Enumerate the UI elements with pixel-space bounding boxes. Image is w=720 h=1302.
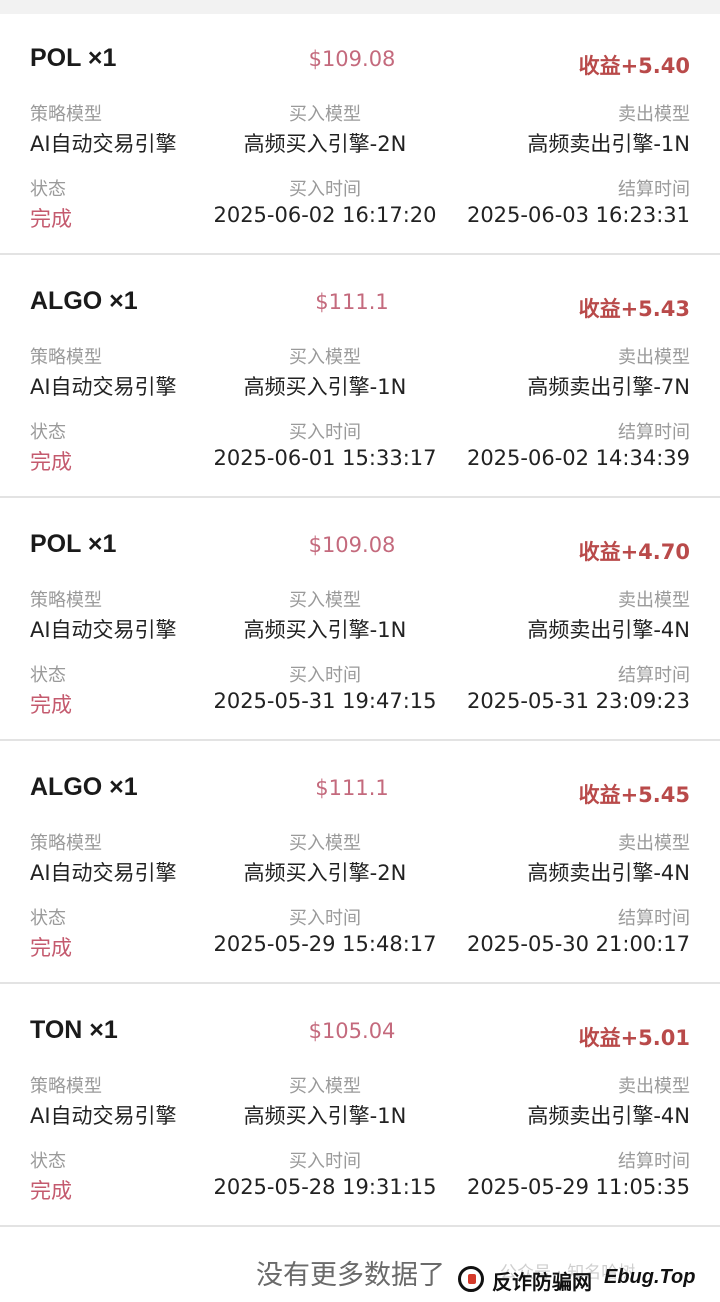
buy-model-value: 高频买入引擎-2N: [243, 132, 407, 156]
order-card[interactable]: ALGO ×1 $111.1 收益+5.45 策略模型 买入模型 卖出模型 AI自动交易引擎…: [0, 743, 720, 984]
order-price: $111.1: [315, 776, 389, 800]
order-profit: 收益+5.45: [578, 783, 690, 807]
status-value: 完成: [30, 1179, 72, 1203]
buy-model-label: 买入模型: [289, 590, 361, 611]
order-price: $109.08: [308, 47, 396, 71]
strategy-model-label: 策略模型: [30, 833, 102, 854]
watermark-site-name: 反诈防骗网: [492, 1270, 592, 1294]
settle-time-value: 2025-06-03 16:23:31: [466, 203, 690, 227]
buy-time-value: 2025-05-29 15:48:17: [213, 932, 437, 956]
settle-time-label: 结算时间: [618, 1151, 690, 1172]
buy-time-label: 买入时间: [289, 422, 361, 443]
buy-model-value: 高频买入引擎-2N: [243, 861, 407, 885]
order-card[interactable]: TON ×1 $105.04 收益+5.01 策略模型 买入模型 卖出模型 AI自动交易引擎…: [0, 986, 720, 1227]
sell-model-value: 高频卖出引擎-4N: [527, 861, 690, 885]
buy-time-label: 买入时间: [289, 908, 361, 929]
settle-time-value: 2025-05-31 23:09:23: [466, 689, 690, 713]
order-symbol: POL ×1: [30, 44, 117, 72]
sell-model-label: 卖出模型: [618, 590, 690, 611]
settle-time-value: 2025-05-29 11:05:35: [466, 1175, 690, 1199]
buy-time-value: 2025-06-01 15:33:17: [213, 446, 437, 470]
order-profit: 收益+5.40: [578, 54, 690, 78]
order-symbol: ALGO ×1: [30, 287, 138, 315]
order-card[interactable]: ALGO ×1 $111.1 收益+5.43 策略模型 买入模型 卖出模型 AI自动交易引擎…: [0, 257, 720, 498]
buy-time-value: 2025-05-31 19:47:15: [213, 689, 437, 713]
status-label: 状态: [30, 665, 66, 686]
status-value: 完成: [30, 936, 72, 960]
sell-model-label: 卖出模型: [618, 1076, 690, 1097]
settle-time-label: 结算时间: [618, 908, 690, 929]
settle-time-value: 2025-06-02 14:34:39: [466, 446, 690, 470]
sell-model-label: 卖出模型: [618, 104, 690, 125]
strategy-model-label: 策略模型: [30, 590, 102, 611]
strategy-model-label: 策略模型: [30, 347, 102, 368]
settle-time-label: 结算时间: [618, 179, 690, 200]
strategy-model-value: AI自动交易引擎: [30, 861, 177, 885]
settle-time-label: 结算时间: [618, 422, 690, 443]
status-value: 完成: [30, 207, 72, 231]
order-symbol: ALGO ×1: [30, 773, 138, 801]
sell-model-label: 卖出模型: [618, 833, 690, 854]
status-value: 完成: [30, 693, 72, 717]
buy-time-label: 买入时间: [289, 1151, 361, 1172]
order-symbol: POL ×1: [30, 530, 117, 558]
order-profit: 收益+4.70: [578, 540, 690, 564]
settle-time-value: 2025-05-30 21:00:17: [466, 932, 690, 956]
status-value: 完成: [30, 450, 72, 474]
status-label: 状态: [30, 179, 66, 200]
status-label: 状态: [30, 422, 66, 443]
order-profit: 收益+5.43: [578, 297, 690, 321]
watermark-site-url: Ebug.Top: [604, 1266, 696, 1288]
strategy-model-label: 策略模型: [30, 104, 102, 125]
sell-model-value: 高频卖出引擎-4N: [527, 618, 690, 642]
top-strip: [0, 0, 720, 14]
order-price: $109.08: [308, 533, 396, 557]
buy-model-label: 买入模型: [289, 1076, 361, 1097]
buy-model-label: 买入模型: [289, 104, 361, 125]
buy-model-value: 高频买入引擎-1N: [243, 375, 407, 399]
order-profit: 收益+5.01: [578, 1026, 690, 1050]
sell-model-value: 高频卖出引擎-4N: [527, 1104, 690, 1128]
order-card[interactable]: POL ×1 $109.08 收益+4.70 策略模型 买入模型 卖出模型 AI自动交易引擎…: [0, 500, 720, 741]
buy-model-label: 买入模型: [289, 347, 361, 368]
status-label: 状态: [30, 908, 66, 929]
buy-model-value: 高频买入引擎-1N: [243, 618, 407, 642]
order-symbol: TON ×1: [30, 1016, 118, 1044]
buy-model-value: 高频买入引擎-1N: [243, 1104, 407, 1128]
order-price: $111.1: [315, 290, 389, 314]
order-card[interactable]: POL ×1 $109.08 收益+5.40 策略模型 买入模型 卖出模型 AI自动交易引擎…: [0, 14, 720, 255]
sell-model-value: 高频卖出引擎-1N: [527, 132, 690, 156]
sell-model-value: 高频卖出引擎-7N: [527, 375, 690, 399]
buy-time-value: 2025-05-28 19:31:15: [213, 1175, 437, 1199]
watermark-logo-icon: [458, 1266, 484, 1292]
no-more-data-text: 没有更多数据了: [256, 1260, 445, 1291]
order-history-page: POL ×1 $109.08 收益+5.40 策略模型 买入模型 卖出模型 AI自动交易引擎…: [0, 0, 720, 1302]
strategy-model-value: AI自动交易引擎: [30, 618, 177, 642]
strategy-model-value: AI自动交易引擎: [30, 375, 177, 399]
settle-time-label: 结算时间: [618, 665, 690, 686]
buy-time-value: 2025-06-02 16:17:20: [213, 203, 437, 227]
status-label: 状态: [30, 1151, 66, 1172]
buy-time-label: 买入时间: [289, 179, 361, 200]
strategy-model-label: 策略模型: [30, 1076, 102, 1097]
strategy-model-value: AI自动交易引擎: [30, 132, 177, 156]
buy-model-label: 买入模型: [289, 833, 361, 854]
strategy-model-value: AI自动交易引擎: [30, 1104, 177, 1128]
buy-time-label: 买入时间: [289, 665, 361, 686]
sell-model-label: 卖出模型: [618, 347, 690, 368]
order-price: $105.04: [308, 1019, 396, 1043]
